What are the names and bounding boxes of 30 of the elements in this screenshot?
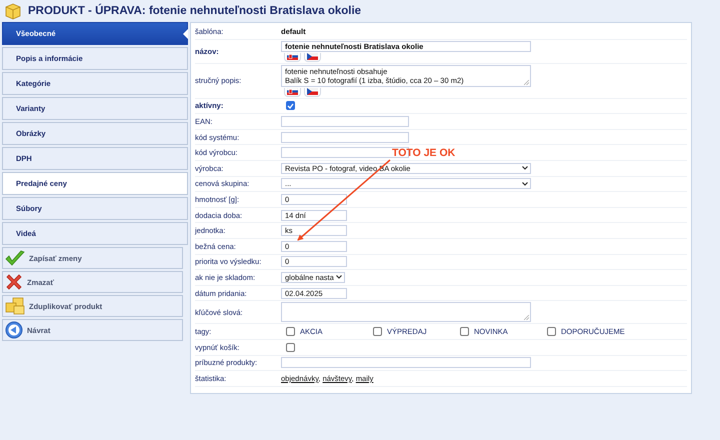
chevron-down-icon bbox=[522, 182, 528, 186]
checkbox[interactable] bbox=[286, 101, 295, 110]
page-title: PRODUKT - ÚPRAVA: fotenie nehnuteľnosti Bratislava okolie bbox=[28, 4, 362, 16]
back-icon bbox=[5, 321, 23, 339]
input-field[interactable] bbox=[281, 132, 409, 143]
chevron-down-icon bbox=[336, 275, 342, 280]
flag-icon bbox=[287, 53, 298, 60]
annotation-note: TOTO JE OK bbox=[392, 147, 456, 159]
resize-grip-icon bbox=[524, 315, 529, 320]
checkbox[interactable] bbox=[547, 327, 556, 336]
box-icon bbox=[4, 2, 22, 20]
checkbox[interactable] bbox=[373, 327, 382, 336]
check-icon bbox=[5, 250, 25, 266]
input-field[interactable] bbox=[281, 116, 409, 127]
czech-flag-button[interactable] bbox=[304, 88, 321, 97]
checkbox[interactable] bbox=[286, 327, 295, 336]
slovak-flag-button[interactable] bbox=[284, 88, 301, 97]
flag-icon bbox=[287, 88, 298, 96]
slovak-flag-button[interactable] bbox=[284, 52, 301, 62]
boxes-icon bbox=[5, 297, 25, 315]
input-field[interactable] bbox=[281, 357, 531, 368]
check-icon bbox=[287, 102, 294, 109]
checkbox[interactable] bbox=[286, 342, 295, 352]
resize-grip-icon bbox=[524, 80, 529, 85]
chevron-down-icon bbox=[522, 166, 528, 170]
czech-flag-button[interactable] bbox=[304, 52, 321, 62]
flag-icon bbox=[307, 53, 318, 60]
cross-icon bbox=[5, 273, 23, 291]
flag-icon bbox=[307, 88, 318, 96]
checkbox[interactable] bbox=[460, 327, 469, 336]
